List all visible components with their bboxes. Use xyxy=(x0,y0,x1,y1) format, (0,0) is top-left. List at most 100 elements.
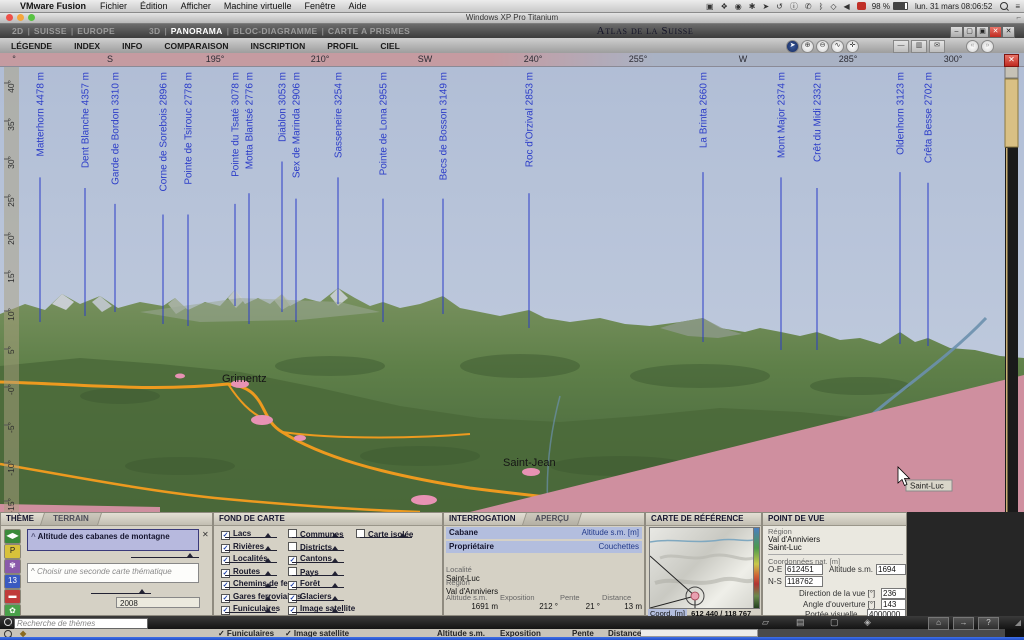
menu-tab-inscription[interactable]: INSCRIPTION xyxy=(250,41,305,51)
theme-icon-0[interactable]: ◀▶ xyxy=(4,529,21,544)
theme-close-icon[interactable]: ✕ xyxy=(202,530,209,539)
status-icon-1[interactable]: ❖ xyxy=(721,2,728,11)
layer-slider-routes[interactable] xyxy=(225,571,277,576)
mode-tab-carte-a-prismes[interactable]: CARTE A PRISMES xyxy=(328,26,410,36)
status-icon-8[interactable]: ᛒ xyxy=(819,2,824,11)
layer-slider-image-satellite[interactable] xyxy=(292,608,344,613)
layer-slider-gares-ferroviaires[interactable] xyxy=(225,596,277,601)
boxed-icon-2[interactable]: ? xyxy=(978,617,999,630)
alt-field[interactable]: 1694 xyxy=(876,564,906,575)
theme-icon-1[interactable]: P xyxy=(4,544,21,559)
layer-slider-lacs[interactable] xyxy=(225,533,277,538)
theme-icon-4[interactable]: ▬ xyxy=(4,589,21,604)
tab-interrogation[interactable]: INTERROGATION xyxy=(444,513,524,525)
second-theme-select[interactable]: ^ Choisir une seconde carte thématique xyxy=(27,563,199,583)
status-icon-5[interactable]: ↺ xyxy=(776,2,783,11)
nav-tool-0[interactable]: ➤ xyxy=(786,40,799,53)
layer-slider-chemins-de-fer[interactable] xyxy=(225,583,277,588)
year-field[interactable]: 2008 xyxy=(116,597,200,608)
window-button-2[interactable]: ▣ xyxy=(976,26,989,38)
status-icon-2[interactable]: ◉ xyxy=(735,2,742,11)
notification-list-icon[interactable]: ≡ xyxy=(1015,2,1020,11)
nav-tool-1[interactable]: ⊕ xyxy=(801,40,814,53)
layer-slider-carte-isol-e[interactable] xyxy=(360,533,412,538)
mode-tab-europe[interactable]: EUROPE xyxy=(77,26,115,36)
darkbar-icon-1[interactable]: ▤ xyxy=(796,617,805,628)
window-button-0[interactable]: – xyxy=(950,26,963,38)
layer-slider-rivi-res[interactable] xyxy=(225,546,277,551)
window-button-3[interactable]: ✕ xyxy=(989,26,1002,38)
theme-transparency-slider[interactable] xyxy=(131,553,199,558)
close-panorama-button[interactable]: ✕ xyxy=(1004,54,1019,67)
menu-tab-profil[interactable]: PROFIL xyxy=(327,41,358,51)
theme-icon-3[interactable]: 13 xyxy=(4,574,21,589)
mode-tab-bloc-diagramme[interactable]: BLOC-DIAGRAMME xyxy=(233,26,317,36)
nav-tool-2[interactable]: ⊖ xyxy=(816,40,829,53)
layer-slider-glaciers[interactable] xyxy=(292,596,344,601)
tab-theme[interactable]: THÈME xyxy=(1,513,42,525)
view-tool-2[interactable]: ✉ xyxy=(929,40,945,53)
status-icon-4[interactable]: ➤ xyxy=(762,2,769,11)
darkbar-icon-2[interactable]: ▢ xyxy=(830,617,839,628)
theme-search-input[interactable]: Recherche de thèmes xyxy=(14,618,148,629)
tab-apercu[interactable]: APERÇU xyxy=(522,513,582,525)
mode-tab-suisse[interactable]: SUISSE xyxy=(34,26,67,36)
theme-icon-2[interactable]: ✾ xyxy=(4,559,21,574)
menu-item-aide[interactable]: Aide xyxy=(348,1,366,11)
interrogation-row-1[interactable]: PropriétaireCouchettes xyxy=(446,541,642,553)
vmware-status-icon[interactable] xyxy=(857,2,866,10)
spotlight-icon[interactable] xyxy=(1000,2,1008,10)
menu-tab-comparaison[interactable]: COMPARAISON xyxy=(164,41,228,51)
status-icon-6[interactable]: ⓘ xyxy=(790,2,798,11)
tab-terrain[interactable]: TERRAIN xyxy=(40,513,101,525)
menu-app-name[interactable]: VMware Fusion xyxy=(20,1,86,11)
mode-tab-panorama[interactable]: PANORAMA xyxy=(171,26,223,36)
darkbar-icon-3[interactable]: ◈ xyxy=(864,617,871,628)
view-tool-0[interactable]: — xyxy=(893,40,909,53)
panorama-view[interactable]: Matterhorn 4478 mDent Blanche 4357 mGard… xyxy=(0,66,1024,512)
menu-item-afficher[interactable]: Afficher xyxy=(181,1,211,11)
window-button-1[interactable]: ▢ xyxy=(963,26,976,38)
window-button-4[interactable]: ✕ xyxy=(1002,26,1015,38)
menu-item-fentre[interactable]: Fenêtre xyxy=(304,1,335,11)
status-icon-7[interactable]: ✆ xyxy=(805,2,812,11)
menu-item-fichier[interactable]: Fichier xyxy=(100,1,127,11)
selected-theme-box[interactable]: ^ Altitude des cabanes de montagne xyxy=(27,529,199,551)
interrogation-row-0[interactable]: CabaneAltitude s.m. [m] xyxy=(446,527,642,539)
darkbar-icon-0[interactable]: ▱ xyxy=(762,617,769,628)
panorama-scrollbar[interactable] xyxy=(1005,66,1018,512)
status-icon-3[interactable]: ✱ xyxy=(749,2,756,11)
layer-slider-cantons[interactable] xyxy=(292,558,344,563)
status-icon-0[interactable]: ▣ xyxy=(706,2,714,11)
menu-tab-index[interactable]: INDEX xyxy=(74,41,100,51)
page-tool-1[interactable]: » xyxy=(981,40,994,53)
mode-tab-2d[interactable]: 2D xyxy=(12,26,23,36)
layer-slider-localit-s[interactable] xyxy=(225,558,277,563)
menu-item-machinevirtuelle[interactable]: Machine virtuelle xyxy=(224,1,292,11)
menubar-clock[interactable]: lun. 31 mars 08:06:52 xyxy=(915,2,992,11)
nav-tool-4[interactable]: ✛ xyxy=(846,40,859,53)
layer-slider-communes[interactable] xyxy=(292,533,344,538)
status-icon-10[interactable]: ◀ xyxy=(844,2,850,11)
view-tool-1[interactable]: ▥ xyxy=(911,40,927,53)
menu-item-dition[interactable]: Édition xyxy=(140,1,168,11)
layer-slider-funiculaires[interactable] xyxy=(225,608,277,613)
vm-window-titlebar[interactable]: Windows XP Pro Titanium ⌐ xyxy=(0,12,1024,24)
layer-slider-districts[interactable] xyxy=(292,546,344,551)
status-icon-9[interactable]: ◇ xyxy=(830,2,836,11)
menu-tab-lgende[interactable]: LÉGENDE xyxy=(11,41,52,51)
layer-slider-for-t[interactable] xyxy=(292,583,344,588)
nav-tool-3[interactable]: ∿ xyxy=(831,40,844,53)
boxed-icon-1[interactable]: → xyxy=(953,617,974,630)
direction-field[interactable]: 236 xyxy=(881,588,906,599)
layer-slider-pays[interactable] xyxy=(292,571,344,576)
ns-field[interactable]: 118762 xyxy=(785,576,823,587)
year-slider[interactable] xyxy=(91,589,151,594)
menu-tab-info[interactable]: INFO xyxy=(122,41,142,51)
reference-map[interactable] xyxy=(649,527,754,609)
resize-grip-icon[interactable]: ◢ xyxy=(1015,618,1021,627)
menu-tab-ciel[interactable]: CIEL xyxy=(380,41,399,51)
oe-field[interactable]: 612451 xyxy=(785,564,823,575)
page-tool-0[interactable]: « xyxy=(966,40,979,53)
boxed-icon-0[interactable]: ⌂ xyxy=(928,617,949,630)
